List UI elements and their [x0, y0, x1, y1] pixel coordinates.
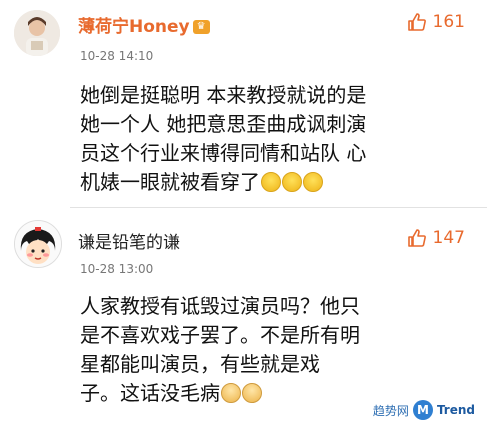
watermark-site: 趋势网: [372, 403, 409, 418]
emoji-icon: [242, 383, 262, 403]
watermark-brand: Trend: [436, 403, 475, 417]
comment-line: 机婊一眼就被看穿了: [80, 168, 475, 197]
trend-logo-icon: M: [412, 400, 433, 420]
emoji-icon: [282, 172, 302, 192]
comment-text: 她倒是挺聪明 本来教授就说的是 她一个人 她把意思歪曲成讽刺演 员这个行业来博得…: [80, 81, 475, 197]
thumbs-up-icon: [407, 13, 426, 31]
emoji-icon: [261, 172, 281, 192]
like-button[interactable]: 161: [407, 12, 465, 32]
like-count: 161: [432, 12, 465, 32]
timestamp: 10-28 13:00: [80, 262, 154, 276]
comment-line: 员这个行业来博得同情和站队 心: [80, 141, 367, 165]
comment-text: 人家教授有诋毁过演员吗？他只 是不喜欢戏子罢了。不是所有明 星都能叫演员，有些就…: [80, 292, 475, 408]
comment-item: 谦是铅笔的谦 10-28 13:00 147 人家教授有诋毁过演员吗？他只 是不…: [0, 208, 487, 428]
username[interactable]: 薄荷宁Honey ♛: [78, 12, 210, 37]
comment-line: 她一个人 她把意思歪曲成讽刺演: [80, 112, 367, 136]
like-count: 147: [432, 228, 465, 248]
watermark: 趋势网 M Trend: [373, 400, 475, 420]
comment-line: 人家教授有诋毁过演员吗？他只: [80, 294, 360, 318]
avatar[interactable]: [14, 10, 60, 56]
emoji-icon: [221, 383, 241, 403]
comment-item: 薄荷宁Honey ♛ 10-28 14:10 161 她倒是挺聪明 本来教授就说的…: [0, 0, 487, 208]
comment-line: 是不喜欢戏子罢了。不是所有明: [80, 323, 360, 347]
username[interactable]: 谦是铅笔的谦: [78, 228, 180, 253]
username-text[interactable]: 薄荷宁Honey: [78, 17, 190, 37]
timestamp: 10-28 14:10: [80, 49, 154, 63]
vip-badge-icon: ♛: [192, 20, 210, 34]
thumbs-up-icon: [407, 229, 426, 247]
comment-line: 星都能叫演员，有些就是戏: [80, 352, 320, 376]
avatar[interactable]: [14, 220, 62, 268]
emoji-icon: [303, 172, 323, 192]
comment-line: 她倒是挺聪明 本来教授就说的是: [80, 83, 367, 107]
like-button[interactable]: 147: [407, 228, 465, 248]
